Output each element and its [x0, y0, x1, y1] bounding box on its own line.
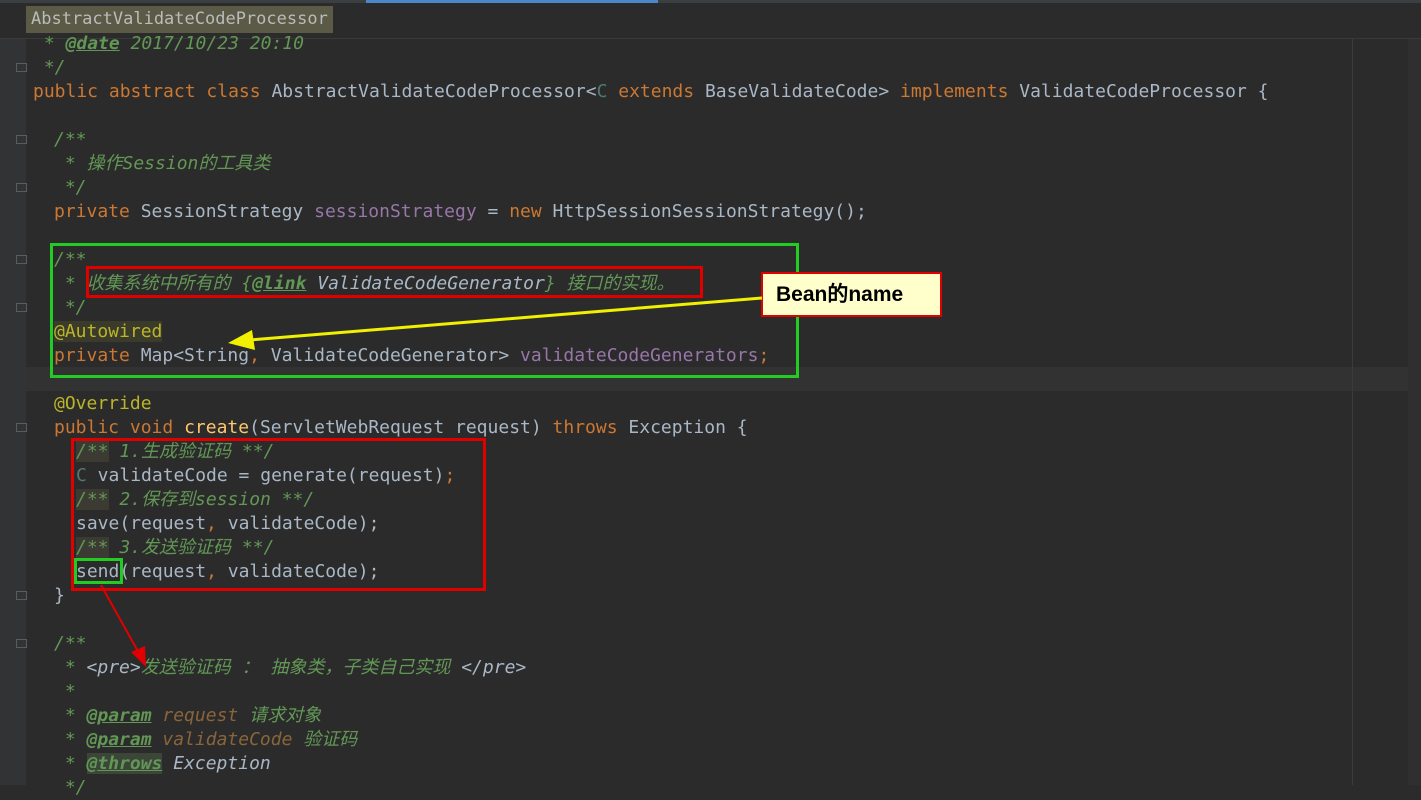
yellow-arrow [228, 296, 763, 350]
red-arrow [100, 584, 146, 667]
annotation-arrows [100, 296, 763, 667]
